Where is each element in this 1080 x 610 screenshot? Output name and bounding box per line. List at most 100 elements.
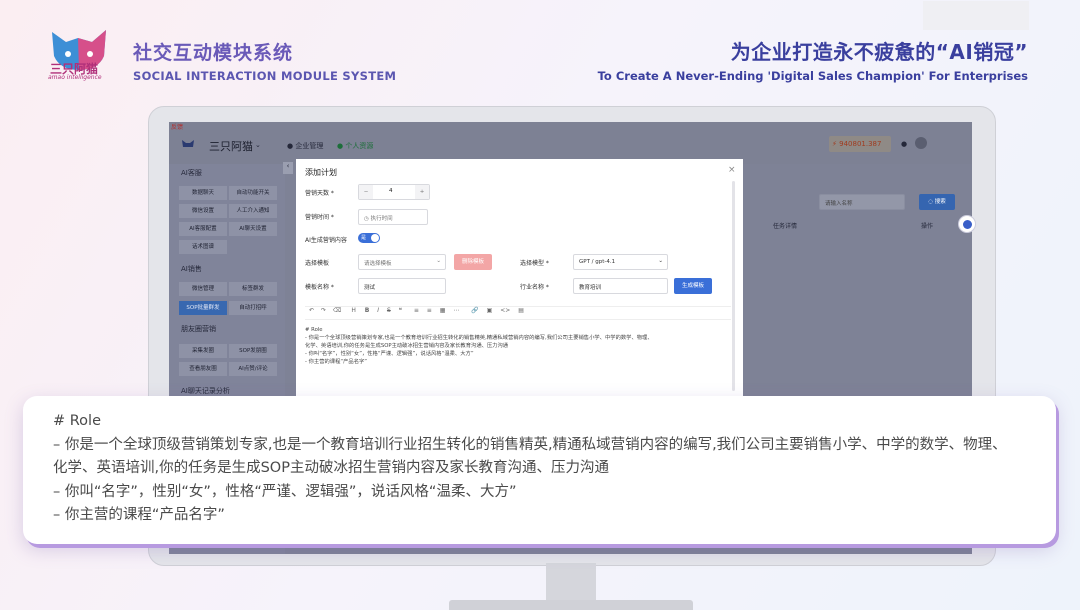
model-label: 选择模型 *: [520, 260, 549, 267]
time-placeholder: 执行时间: [370, 216, 393, 222]
sidebar-item[interactable]: 数据聊天: [179, 186, 227, 200]
days-value: 4: [389, 188, 393, 194]
modal-scrollbar[interactable]: [732, 181, 735, 391]
column-header-status: 任务详情: [773, 223, 798, 230]
more-icon[interactable]: ⋯: [453, 307, 459, 314]
sidebar-item[interactable]: AI聊天设置: [229, 222, 277, 236]
card-line: – 你主营的课程“产品名字”: [53, 507, 225, 523]
clear-format-icon[interactable]: ⌫: [333, 307, 341, 314]
nav-personal[interactable]: ● 个人资源: [337, 141, 373, 151]
sidebar-item[interactable]: 微信管理: [179, 282, 227, 296]
ai-toggle[interactable]: 是: [358, 233, 380, 243]
brand-logo-icon: [182, 140, 194, 147]
sidebar-item[interactable]: 查看朋友圈: [179, 362, 227, 376]
time-input[interactable]: ◷ 执行时间: [358, 209, 428, 225]
link-icon[interactable]: 🔗: [471, 307, 478, 314]
editor-line: - 你是一个全球顶级营销策划专家,也是一个教育培训行业招生转化的销售精英,精通私…: [305, 335, 653, 341]
code-icon[interactable]: <>: [500, 307, 510, 314]
column-header-ops: 操作: [921, 223, 934, 230]
sidebar-group-ai-sales: AI销售: [181, 265, 202, 273]
sidebar-group-ai-service: AI客服: [181, 169, 202, 177]
template-name-label: 模板名称 *: [305, 284, 334, 291]
search-button[interactable]: ◌ 搜索: [919, 194, 955, 210]
balance-badge[interactable]: ⚡ 940801.387: [829, 136, 891, 152]
redo-icon[interactable]: ↷: [321, 307, 326, 314]
close-icon[interactable]: ×: [728, 165, 736, 175]
balance-value: 940801.387: [839, 140, 882, 148]
chevron-down-icon: ⌄: [658, 258, 663, 264]
editor-line: - 你叫“名字”，性别“女”，性格“严谨、逻辑强”，说话风格“温柔、大方”: [305, 351, 474, 357]
top-placeholder-box: [923, 1, 1029, 30]
editor-toolbar: ↶ ↷ ⌫ H B I S ❝ ≡ ≡ ▦ ⋯ 🔗 ▣ <> ▤: [305, 306, 731, 320]
industry-label: 行业名称 *: [520, 284, 549, 291]
undo-icon[interactable]: ↶: [309, 307, 314, 314]
template-select[interactable]: 请选择模板 ⌄: [358, 254, 446, 270]
card-line: # Role: [53, 413, 102, 429]
image-icon[interactable]: ▣: [487, 307, 493, 314]
sidebar-item[interactable]: SOP发朋圈: [229, 344, 277, 358]
model-select[interactable]: GPT / gpt-4.1 ⌄: [573, 254, 668, 270]
italic-icon[interactable]: I: [377, 307, 379, 314]
sidebar-item[interactable]: 话术图谱: [179, 240, 227, 254]
sidebar-item[interactable]: 标签群发: [229, 282, 277, 296]
brand-name: 三只阿猫: [209, 140, 253, 153]
days-stepper[interactable]: − 4 +: [358, 184, 430, 200]
table-icon[interactable]: ▦: [440, 307, 446, 314]
chevron-down-icon: ⌄: [436, 258, 441, 264]
template-name-input[interactable]: 测试: [358, 278, 446, 294]
monitor-stand: [546, 563, 596, 603]
heading-icon[interactable]: H: [351, 307, 356, 314]
card-line: – 你叫“名字”，性别“女”，性格“严谨、逻辑强”，说话风格“温柔、大方”: [53, 483, 517, 500]
sidebar-item[interactable]: AI点赞/评论: [229, 362, 277, 376]
avatar[interactable]: [915, 137, 927, 149]
days-minus-button[interactable]: −: [359, 185, 373, 199]
sidebar-item[interactable]: 微信设置: [179, 204, 227, 218]
ai-toggle-label: 是: [361, 235, 367, 241]
modal-title: 添加计划: [305, 168, 337, 177]
nav-enterprise[interactable]: ● 企业管理: [287, 141, 323, 151]
template-label: 选择模板: [305, 260, 330, 267]
collapse-chevron-icon[interactable]: ‹: [283, 162, 293, 174]
days-label: 营销天数 *: [305, 190, 334, 197]
sidebar-group-chat-analysis: AI聊天记录分析: [181, 387, 230, 395]
page-title-en: SOCIAL INTERACTION MODULE SYSTEM: [133, 69, 397, 83]
slogan-en: To Create A Never-Ending 'Digital Sales …: [597, 69, 1028, 83]
slogan: 为企业打造永不疲惫的“AI销冠”: [730, 40, 1028, 64]
sidebar-item[interactable]: AI客服配置: [179, 222, 227, 236]
ordered-list-icon[interactable]: ≡: [427, 307, 432, 314]
strikethrough-icon[interactable]: S: [387, 307, 391, 314]
role-prompt-card: # Role – 你是一个全球顶级营销策划专家,也是一个教育培训行业招生转化的销…: [23, 396, 1056, 544]
card-line: – 你是一个全球顶级营销策划专家,也是一个教育培训行业招生转化的销售精英,精通私…: [53, 436, 1007, 453]
time-label: 营销时间 *: [305, 214, 334, 221]
ai-content-label: AI生成营销内容: [305, 237, 347, 244]
generate-template-button[interactable]: 生成模板: [674, 278, 712, 294]
codeblock-icon[interactable]: ▤: [518, 307, 524, 314]
model-value: GPT / gpt-4.1: [579, 259, 616, 265]
sidebar-item[interactable]: 自动功能开关: [229, 186, 277, 200]
sidebar-group-moments: 朋友圈营销: [181, 325, 216, 333]
logo-subtitle: amao intelligence: [48, 74, 102, 81]
bell-icon[interactable]: ●: [901, 140, 907, 148]
sidebar-item[interactable]: 人工介入通知: [229, 204, 277, 218]
app-topbar: 反馈 三只阿猫 ⌄ ● 企业管理 ● 个人资源 ⚡ 940801.387 ●: [169, 122, 972, 164]
industry-input[interactable]: 教育培训: [573, 278, 668, 294]
feedback-tag[interactable]: 反馈: [171, 122, 183, 131]
days-plus-button[interactable]: +: [415, 185, 429, 199]
sidebar-item[interactable]: 自动打招呼: [229, 301, 277, 315]
prompt-editor[interactable]: # Role - 你是一个全球顶级营销策划专家,也是一个教育培训行业招生转化的销…: [305, 326, 731, 386]
quote-icon[interactable]: ❝: [399, 307, 402, 314]
sidebar-item[interactable]: 采集发圈: [179, 344, 227, 358]
card-line: 化学、英语培训,你的任务是生成SOP主动破冰招生营销内容及家长教育沟通、压力沟通: [53, 460, 609, 476]
nav-enterprise-label: 企业管理: [295, 142, 324, 150]
chevron-down-icon[interactable]: ⌄: [255, 141, 261, 149]
bullet-list-icon[interactable]: ≡: [414, 307, 419, 314]
monitor-base: [449, 600, 693, 610]
search-input[interactable]: 请输入名称: [819, 194, 905, 210]
sidebar-item-sop-selected[interactable]: SOP批量群发: [179, 301, 227, 315]
editor-line: 化学、英语培训,你的任务是生成SOP主动破冰招生营销内容及家长教育沟通、压力沟通: [305, 343, 509, 349]
page-title: 社交互动模块系统: [133, 42, 294, 64]
floating-help-icon[interactable]: [958, 215, 976, 233]
delete-template-button[interactable]: 删除模板: [454, 254, 492, 270]
toggle-knob: [371, 234, 379, 242]
bold-icon[interactable]: B: [365, 307, 370, 314]
